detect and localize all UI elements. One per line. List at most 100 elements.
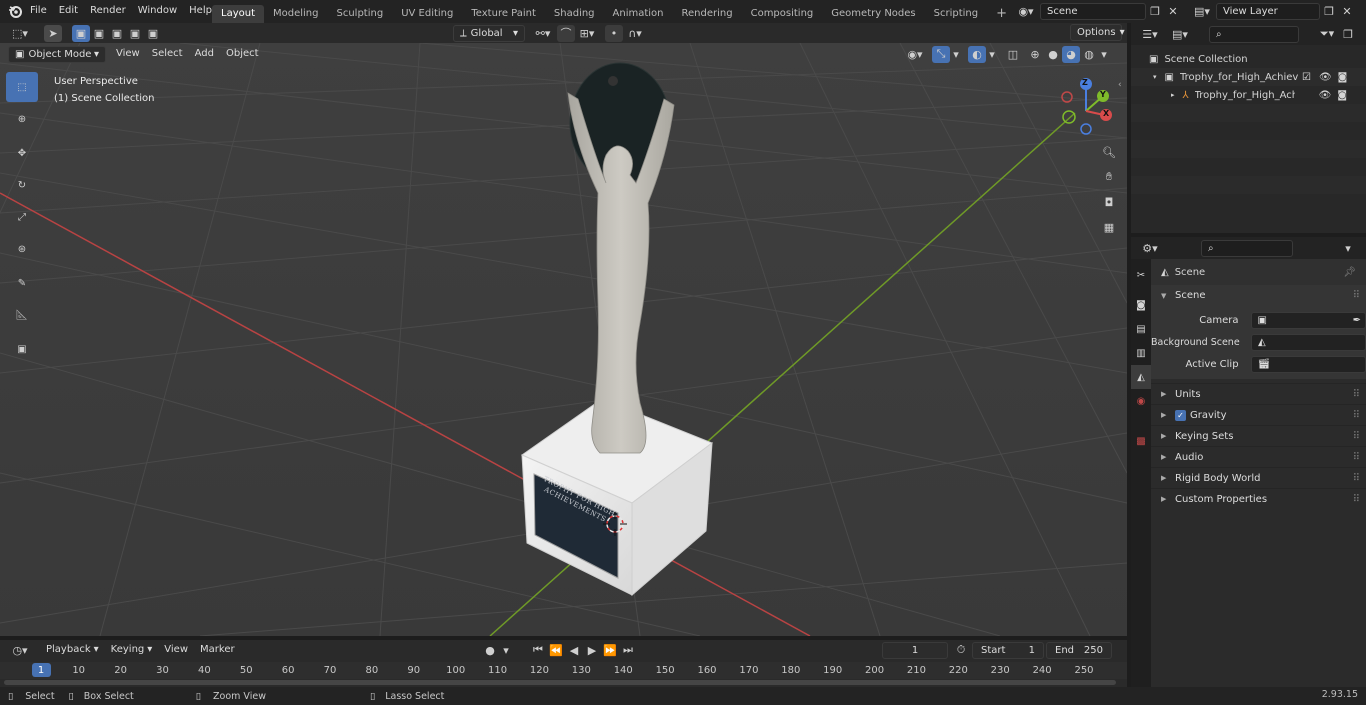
solid-shading-icon[interactable]: ●: [1044, 46, 1062, 63]
world-tab-icon[interactable]: ◉: [1131, 389, 1151, 413]
tab-rendering[interactable]: Rendering: [673, 5, 742, 23]
gizmo-dropdown-icon[interactable]: ▾: [950, 46, 962, 63]
gravity-panel-header[interactable]: ▶ ✓ Gravity ⠿: [1151, 404, 1366, 425]
properties-editor-icon[interactable]: ⚙▾: [1137, 240, 1163, 257]
new-collection-icon[interactable]: ❐: [1339, 26, 1357, 43]
shading-dropdown-icon[interactable]: ▾: [1098, 46, 1110, 63]
tab-animation[interactable]: Animation: [604, 5, 673, 23]
transform-orientation-dropdown[interactable]: ⟂ Global ▾: [453, 24, 525, 42]
timeline-scrollbar[interactable]: [4, 680, 1116, 685]
zoom-icon[interactable]: 🔍︎: [1098, 141, 1120, 163]
gizmo-toggle-icon[interactable]: ⤡: [932, 45, 950, 63]
keying-menu[interactable]: Keying ▾: [105, 641, 159, 659]
xray-icon[interactable]: ◫: [1004, 46, 1022, 63]
drag-handle-icon[interactable]: ⠿: [1353, 410, 1360, 421]
snap-target-icon[interactable]: ⊞▾: [575, 25, 599, 42]
scene-panel-header[interactable]: ▼ Scene ⠿: [1151, 285, 1366, 306]
drag-handle-icon[interactable]: ⠿: [1353, 473, 1360, 484]
select-new-icon[interactable]: ▣: [72, 24, 90, 42]
tab-shading[interactable]: Shading: [545, 5, 604, 23]
drag-handle-icon[interactable]: ⠿: [1353, 389, 1360, 400]
eye-icon[interactable]: 👁︎: [1319, 72, 1332, 83]
end-frame-field[interactable]: End 250: [1046, 641, 1112, 659]
overlay-toggle-icon[interactable]: ◐: [968, 45, 986, 63]
scene-tab-icon[interactable]: ◭: [1131, 365, 1151, 389]
camera-icon[interactable]: ◙: [1337, 90, 1347, 101]
object-mode-dropdown[interactable]: ▣ Object Mode ▾: [8, 45, 106, 63]
viewport-menu-select[interactable]: Select: [146, 45, 189, 63]
select-extend-icon[interactable]: ▣: [90, 25, 108, 42]
scene-name-field[interactable]: Scene: [1040, 2, 1146, 20]
ortho-grid-icon[interactable]: ▦: [1098, 216, 1120, 238]
add-cube-tool-icon[interactable]: ▣: [6, 334, 38, 364]
tab-geometry-nodes[interactable]: Geometry Nodes: [822, 5, 924, 23]
options-dropdown[interactable]: Options ▾: [1070, 24, 1125, 41]
visibility-icon[interactable]: ◉▾: [902, 46, 928, 63]
play-reverse-icon[interactable]: ◀: [565, 642, 583, 659]
select-intersect-icon[interactable]: ▣: [144, 25, 162, 42]
render-tab-icon[interactable]: ◙: [1131, 293, 1151, 317]
rigid-body-world-panel-header[interactable]: ▶ Rigid Body World ⠿: [1151, 467, 1366, 488]
view-layer-field[interactable]: View Layer: [1216, 2, 1320, 20]
3d-viewport[interactable]: TROPHY FOR HIGH ACHIEVEMENTS User Perspe…: [0, 43, 1127, 636]
timeline-view-menu[interactable]: View: [158, 641, 194, 659]
tab-compositing[interactable]: Compositing: [742, 5, 823, 23]
cursor-tool-icon[interactable]: ⊕: [6, 104, 38, 134]
filter-icon[interactable]: ⏷▾: [1315, 26, 1339, 43]
scene-collection-item[interactable]: Scene Collection: [1164, 54, 1247, 65]
menu-edit[interactable]: Edit: [53, 2, 84, 20]
keying-dropdown-icon[interactable]: ▾: [499, 642, 513, 659]
display-mode-icon[interactable]: ▤▾: [1167, 26, 1193, 43]
menu-window[interactable]: Window: [132, 2, 183, 20]
texture-tab-icon[interactable]: ▩: [1131, 429, 1151, 453]
gravity-checkbox[interactable]: ✓: [1175, 409, 1186, 421]
wireframe-shading-icon[interactable]: ⊕: [1026, 46, 1044, 63]
outliner-row[interactable]: ▾ ▣ Trophy_for_High_Achievemer ☑ 👁︎ ◙: [1131, 68, 1366, 86]
viewport-menu-view[interactable]: View: [110, 45, 146, 63]
camera-field[interactable]: ▣ ✒: [1250, 311, 1366, 329]
select-box-tool-icon[interactable]: ⬚: [6, 72, 38, 102]
tab-uv-editing[interactable]: UV Editing: [392, 5, 462, 23]
frame-ruler[interactable]: 1 10 20 30 40 50 60 70 80 90 100 110 120 130 140 150 160…: [0, 662, 1127, 679]
measure-tool-icon[interactable]: 📐︎: [6, 300, 38, 330]
proportional-edit-icon[interactable]: •: [605, 24, 623, 42]
tab-texture-paint[interactable]: Texture Paint: [462, 5, 545, 23]
tab-layout[interactable]: Layout: [212, 5, 264, 23]
pivot-point-icon[interactable]: ⚯▾: [529, 25, 557, 42]
view-layer-browse-icon[interactable]: ▤▾: [1188, 3, 1216, 20]
units-panel-header[interactable]: ▶ Units ⠿: [1151, 383, 1366, 404]
pan-hand-icon[interactable]: ✋︎: [1098, 166, 1120, 188]
pin-icon[interactable]: 📌︎: [1343, 267, 1356, 278]
properties-search-input[interactable]: ⌕: [1201, 239, 1293, 257]
custom-properties-panel-header[interactable]: ▶ Custom Properties ⠿: [1151, 488, 1366, 509]
drag-handle-icon[interactable]: ⠿: [1353, 290, 1360, 301]
next-keyframe-icon[interactable]: ⏩: [601, 642, 619, 659]
scene-browse-icon[interactable]: ◉▾: [1012, 3, 1040, 20]
blender-logo-icon[interactable]: [6, 2, 24, 20]
auto-keying-icon[interactable]: ●: [481, 642, 499, 659]
move-tool-icon[interactable]: ✥: [6, 138, 38, 168]
falloff-icon[interactable]: ∩▾: [623, 25, 647, 42]
outliner-editor-icon[interactable]: ☰▾: [1137, 26, 1163, 43]
camera-view-icon[interactable]: ◘: [1098, 191, 1120, 213]
select-tool-icon[interactable]: ➤: [44, 24, 62, 42]
audio-panel-header[interactable]: ▶ Audio ⠿: [1151, 446, 1366, 467]
drag-handle-icon[interactable]: ⠿: [1353, 452, 1360, 463]
eye-icon[interactable]: 👁︎: [1319, 90, 1332, 101]
navigation-gizmo[interactable]: Z Y X: [1058, 75, 1118, 135]
outliner-search-input[interactable]: ⌕: [1209, 25, 1299, 43]
eyedropper-icon[interactable]: ✒: [1353, 313, 1361, 328]
new-scene-icon[interactable]: ❐: [1146, 3, 1164, 20]
menu-render[interactable]: Render: [84, 2, 132, 20]
play-icon[interactable]: ▶: [583, 642, 601, 659]
view-layer-tab-icon[interactable]: ▥: [1131, 341, 1151, 365]
stopwatch-icon[interactable]: ⏱: [952, 642, 970, 659]
snap-toggle-icon[interactable]: ⌒: [557, 24, 575, 42]
material-shading-icon[interactable]: ◕: [1062, 45, 1080, 63]
active-clip-field[interactable]: 🎬︎: [1250, 355, 1366, 373]
transform-tool-icon[interactable]: ⊛: [6, 234, 38, 264]
output-tab-icon[interactable]: ▤: [1131, 317, 1151, 341]
editor-type-icon[interactable]: ⬚▾: [6, 25, 34, 42]
keying-sets-panel-header[interactable]: ▶ Keying Sets ⠿: [1151, 425, 1366, 446]
timeline-editor-icon[interactable]: ◷▾: [6, 642, 34, 659]
